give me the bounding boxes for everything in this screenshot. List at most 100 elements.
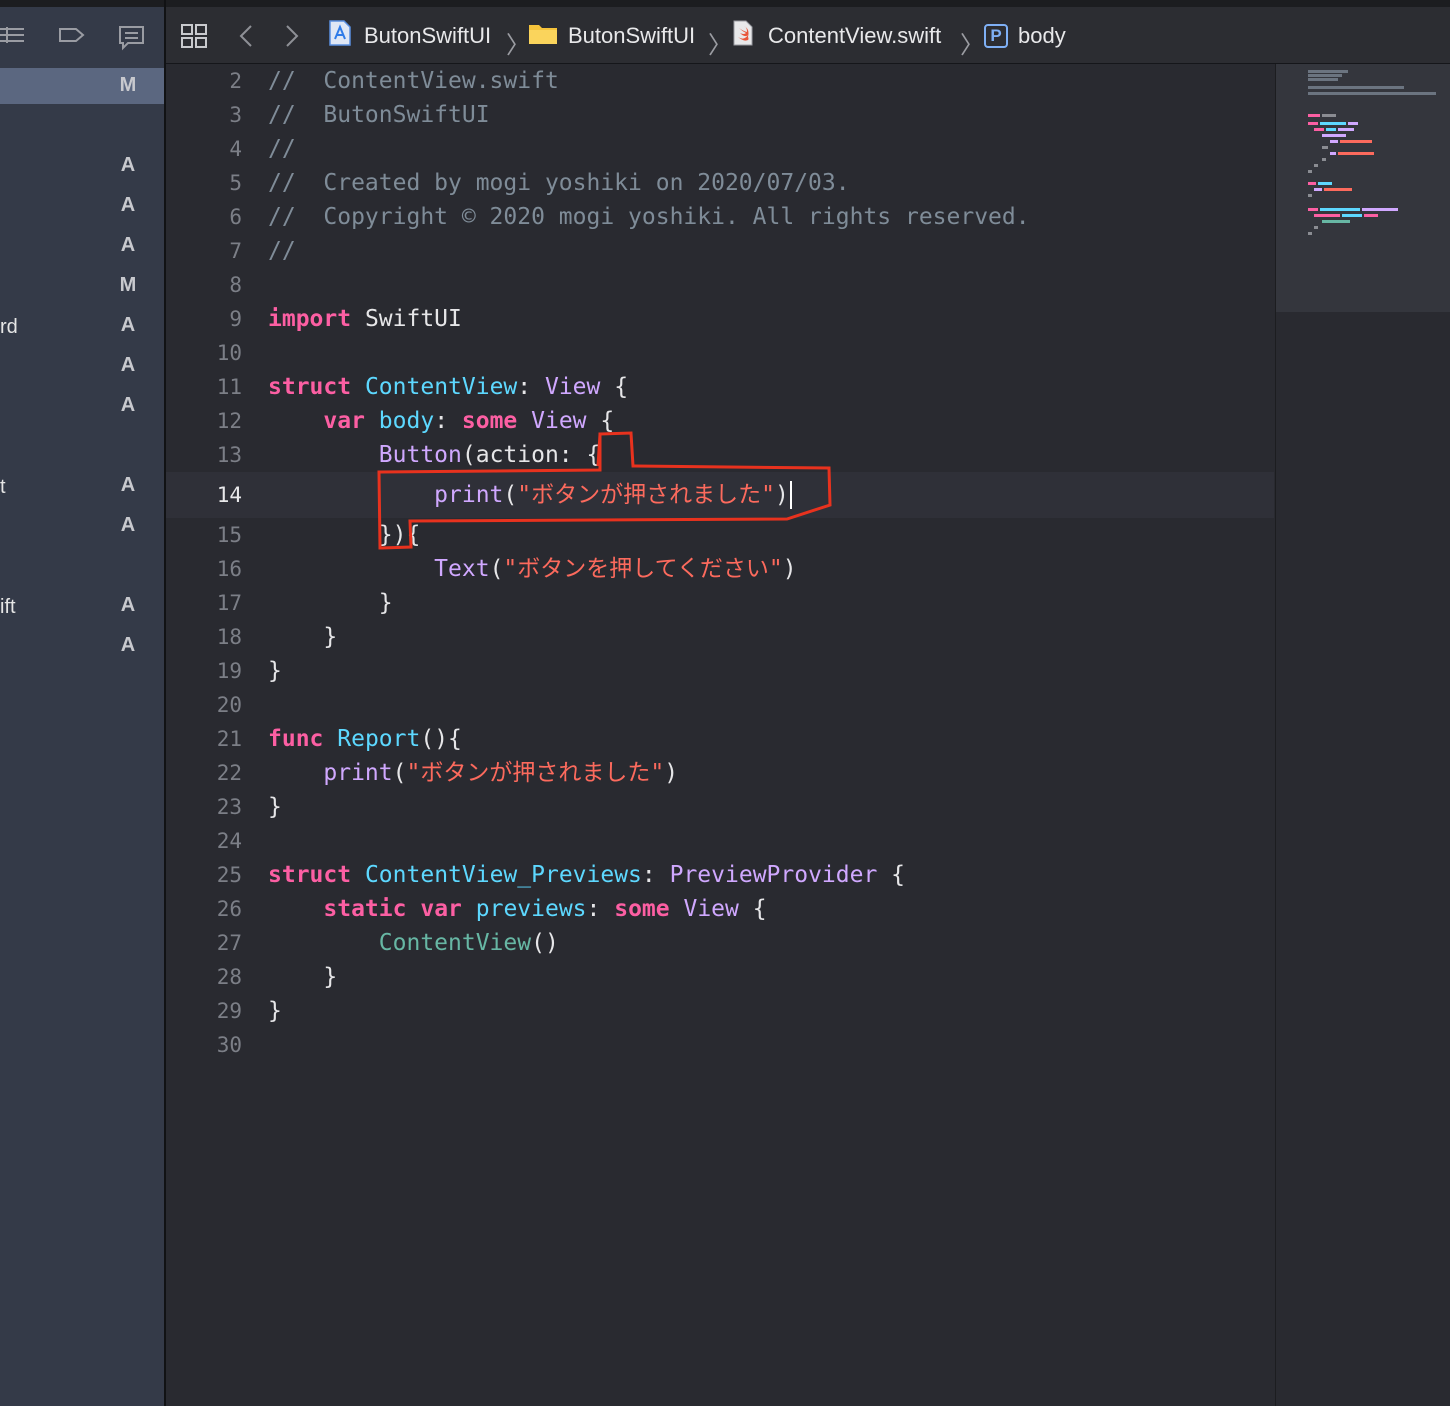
- code-line[interactable]: 18 }: [166, 620, 1274, 654]
- minimap-line: [1324, 188, 1352, 191]
- code-line[interactable]: 25 struct ContentView_Previews: PreviewPr…: [166, 858, 1274, 892]
- code-line[interactable]: 5 // Created by mogi yoshiki on 2020/07/0…: [166, 166, 1274, 200]
- file-list-item[interactable]: A: [0, 148, 164, 184]
- code-token: PreviewProvider: [669, 862, 878, 888]
- code-line[interactable]: 27 ContentView(): [166, 926, 1274, 960]
- forward-icon[interactable]: [284, 7, 300, 64]
- code-line[interactable]: 6 // Copyright © 2020 mogi yoshiki. All r…: [166, 200, 1274, 234]
- code-line[interactable]: 23}: [166, 790, 1274, 824]
- code-line[interactable]: 3 // ButonSwiftUI: [166, 98, 1274, 132]
- file-list-item[interactable]: M: [0, 268, 164, 304]
- code-text: // ContentView.swift: [268, 64, 559, 98]
- minimap-line: [1308, 122, 1318, 125]
- minimap-line: [1308, 78, 1338, 81]
- file-list-item[interactable]: [0, 428, 164, 464]
- code-line[interactable]: 19}: [166, 654, 1274, 688]
- breadcrumb-file[interactable]: ContentView.swift: [732, 7, 941, 64]
- minimap-line: [1330, 140, 1338, 143]
- comment-icon[interactable]: [118, 25, 146, 56]
- minimap-line: [1314, 226, 1318, 229]
- back-icon[interactable]: [238, 7, 254, 64]
- file-list-item[interactable]: M: [0, 68, 164, 104]
- code-token: "ボタンが押されました": [406, 760, 665, 786]
- minimap-line: [1308, 70, 1348, 73]
- file-list-item[interactable]: A: [0, 508, 164, 544]
- line-number: 24: [216, 829, 242, 853]
- list-icon[interactable]: [0, 25, 26, 50]
- code-line[interactable]: 2 // ContentView.swift: [166, 64, 1274, 98]
- file-list-item[interactable]: A: [0, 388, 164, 424]
- code-text: }: [268, 586, 393, 620]
- code-line[interactable]: 7 //: [166, 234, 1274, 268]
- file-list-item[interactable]: A: [0, 628, 164, 664]
- code-token: ): [782, 556, 797, 582]
- code-token: var: [323, 408, 365, 434]
- file-list-item[interactable]: tA: [0, 468, 164, 504]
- code-line[interactable]: 11 struct ContentView: View {: [166, 370, 1274, 404]
- code-token: some: [614, 896, 670, 922]
- code-line[interactable]: 13 Button(action: {: [166, 438, 1274, 472]
- minimap-line: [1322, 146, 1328, 149]
- minimap-line: [1308, 170, 1312, 173]
- code-editor[interactable]: 2 // ContentView.swift 3 // ButonSwiftUI 4 //…: [166, 64, 1274, 1406]
- code-token: }: [268, 658, 282, 684]
- source-control-status-badge: A: [120, 514, 136, 536]
- line-number: 8: [229, 273, 242, 297]
- minimap[interactable]: [1275, 64, 1450, 1406]
- minimap-viewport[interactable]: [1276, 64, 1450, 312]
- code-line[interactable]: 16 Text("ボタンを押してください"): [166, 552, 1274, 586]
- source-control-status-badge: A: [120, 194, 136, 216]
- code-line[interactable]: 30: [166, 1028, 1274, 1062]
- file-list-item[interactable]: A: [0, 228, 164, 264]
- code-line[interactable]: 12 var body: some View {: [166, 404, 1274, 438]
- line-number: 7: [229, 239, 242, 263]
- file-list-item[interactable]: A: [0, 188, 164, 224]
- code-token: // Copyright © 2020 mogi yoshiki. All ri…: [268, 204, 1030, 230]
- code-line[interactable]: 17 }: [166, 586, 1274, 620]
- code-text: // Copyright © 2020 mogi yoshiki. All ri…: [268, 200, 1030, 234]
- line-number: 30: [216, 1033, 242, 1057]
- breadcrumb-folder[interactable]: ButonSwiftUI: [528, 7, 695, 64]
- line-number: 6: [229, 205, 242, 229]
- line-number: 16: [216, 557, 242, 581]
- code-line[interactable]: 4 //: [166, 132, 1274, 166]
- code-line[interactable]: 29}: [166, 994, 1274, 1028]
- breadcrumb-folder-label: ButonSwiftUI: [568, 22, 696, 48]
- minimap-line: [1320, 122, 1346, 125]
- code-line[interactable]: 26 static var previews: some View {: [166, 892, 1274, 926]
- minimap-line: [1362, 208, 1398, 211]
- code-token: View: [683, 896, 739, 922]
- code-line[interactable]: 15 }){: [166, 518, 1274, 552]
- file-list-item[interactable]: A: [0, 348, 164, 384]
- file-list-item[interactable]: ift A: [0, 588, 164, 624]
- line-number: 22: [216, 761, 242, 785]
- line-number: 18: [216, 625, 242, 649]
- code-line[interactable]: 28 }: [166, 960, 1274, 994]
- line-number: 17: [216, 591, 242, 615]
- breadcrumb-symbol[interactable]: P body: [984, 7, 1066, 64]
- code-token: // Created by mogi yoshiki on 2020/07/03…: [268, 170, 850, 196]
- file-list-item[interactable]: [0, 108, 164, 144]
- code-line[interactable]: 8: [166, 268, 1274, 302]
- code-line[interactable]: 24: [166, 824, 1274, 858]
- code-token: View: [531, 408, 587, 434]
- code-text: //: [268, 132, 296, 166]
- property-icon: P: [984, 23, 1008, 48]
- file-list-item[interactable]: [0, 548, 164, 584]
- code-line[interactable]: 9 import SwiftUI: [166, 302, 1274, 336]
- code-token: (action: {: [461, 442, 601, 468]
- code-token: "ボタンが押されました": [517, 482, 775, 508]
- code-line-current[interactable]: 14 print("ボタンが押されました"): [166, 472, 1274, 518]
- file-list-item[interactable]: rd A: [0, 308, 164, 344]
- code-line[interactable]: 10: [166, 336, 1274, 370]
- code-token: struct: [268, 374, 352, 400]
- code-line[interactable]: 20: [166, 688, 1274, 722]
- breadcrumb-project[interactable]: ButonSwiftUI: [328, 7, 491, 64]
- related-items-icon[interactable]: [180, 7, 208, 64]
- code-line[interactable]: 21 func Report(){: [166, 722, 1274, 756]
- code-line[interactable]: 22 print("ボタンが押されました"): [166, 756, 1274, 790]
- tag-icon[interactable]: [58, 25, 86, 50]
- code-token: ContentView: [378, 930, 532, 956]
